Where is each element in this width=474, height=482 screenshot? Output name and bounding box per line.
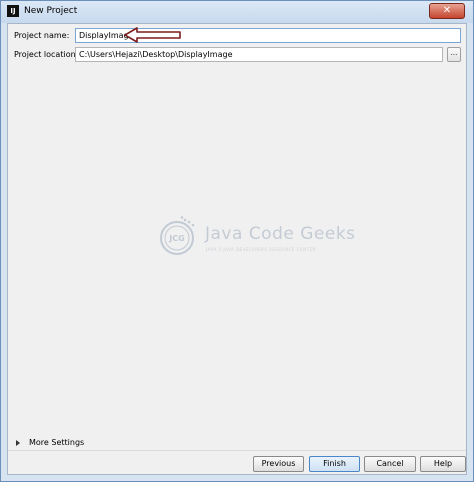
project-location-label: Project location: bbox=[14, 50, 79, 59]
previous-button[interactable]: Previous bbox=[253, 456, 304, 472]
finish-button[interactable]: Finish bbox=[309, 456, 360, 472]
jcg-logo-icon: JCG bbox=[160, 216, 195, 255]
new-project-dialog: IJ New Project ✕ Project name: DisplayIm… bbox=[0, 0, 474, 482]
browse-button[interactable]: ... bbox=[447, 47, 461, 62]
project-name-label: Project name: bbox=[14, 31, 70, 40]
intellij-app-icon: IJ bbox=[7, 5, 19, 17]
title-bar: IJ New Project ✕ bbox=[1, 1, 473, 23]
help-button[interactable]: Help bbox=[420, 456, 466, 472]
more-settings-label: More Settings bbox=[29, 438, 85, 447]
cancel-button[interactable]: Cancel bbox=[364, 456, 416, 472]
expand-arrow-icon bbox=[16, 440, 20, 446]
project-location-input[interactable]: C:\Users\Hejazi\Desktop\DisplayImage bbox=[75, 47, 443, 62]
annotation-arrow-icon bbox=[124, 27, 181, 43]
watermark-title: Java Code Geeks bbox=[205, 224, 356, 244]
watermark-tagline: JAVA 2 JAVA DEVELOPERS RESOURCE CENTER bbox=[206, 247, 316, 252]
logo-text: JCG bbox=[168, 234, 184, 243]
footer-divider bbox=[8, 450, 466, 451]
close-button[interactable]: ✕ bbox=[429, 3, 465, 19]
window-title: New Project bbox=[24, 6, 78, 16]
dialog-content: Project name: DisplayImage Project locat… bbox=[7, 23, 467, 475]
